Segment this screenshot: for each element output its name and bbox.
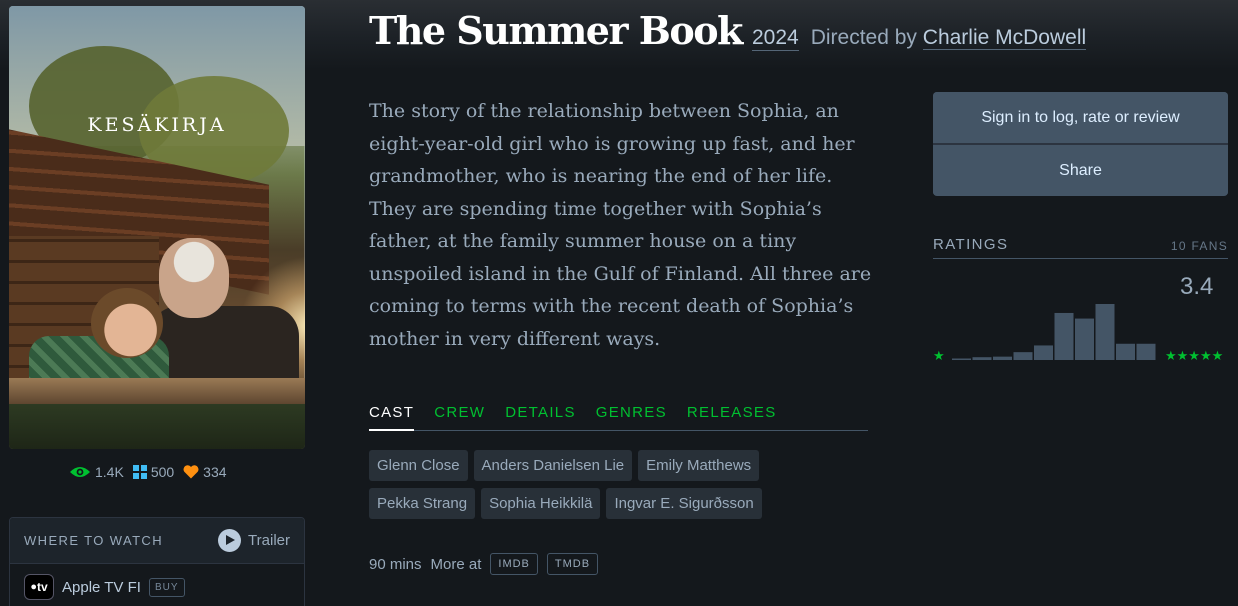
cast-member[interactable]: Sophia Heikkilä	[481, 488, 601, 519]
play-icon	[218, 529, 242, 552]
directed-by-label: Directed by Charlie McDowell	[810, 26, 1087, 51]
tab-releases[interactable]: RELEASES	[687, 404, 777, 430]
likes-stat[interactable]: 334	[183, 464, 227, 480]
more-at-label: More at	[430, 555, 482, 573]
tab-cast[interactable]: CAST	[369, 404, 415, 431]
histogram-bar-7[interactable]	[1075, 318, 1094, 360]
tab-details[interactable]: DETAILS	[505, 404, 576, 430]
film-title: The Summer Book	[369, 8, 743, 53]
likes-count: 334	[203, 464, 227, 480]
film-meta: 2024 Directed by Charlie McDowell	[752, 26, 1087, 51]
directed-by-text: Directed by	[810, 26, 917, 49]
runtime: 90 mins	[369, 555, 422, 573]
buy-badge[interactable]: BUY	[148, 577, 185, 597]
apple-tv-icon: ● tv	[24, 574, 54, 600]
synopsis: The story of the relationship between So…	[369, 100, 872, 350]
lists-stat[interactable]: 500	[132, 464, 175, 480]
tmdb-link[interactable]: TMDB	[546, 553, 599, 575]
poster-child-head	[91, 288, 163, 358]
ratings-section: RATINGS 10 FANS ★ ★★★★★ 3.4	[933, 236, 1228, 364]
cast-member[interactable]: Pekka Strang	[369, 488, 476, 519]
sign-in-button[interactable]: Sign in to log, rate or review	[933, 92, 1228, 143]
poster-fence	[9, 378, 305, 404]
service-name: Apple TV FI	[62, 578, 141, 596]
share-button[interactable]: Share	[933, 143, 1228, 194]
details-tabs: CAST CREW DETAILS GENRES RELEASES	[369, 404, 868, 431]
film-footer: 90 mins More at IMDB TMDB	[369, 553, 599, 575]
action-panel: Sign in to log, rate or review Share	[933, 92, 1228, 196]
imdb-link[interactable]: IMDB	[490, 553, 538, 575]
fans-link[interactable]: 10 FANS	[1171, 239, 1228, 253]
lists-icon	[132, 465, 147, 479]
watched-stat[interactable]: 1.4K	[69, 464, 124, 480]
histogram-bar-6[interactable]	[1054, 312, 1074, 360]
heart-icon	[183, 465, 199, 479]
histogram-bar-2[interactable]	[972, 357, 992, 360]
eye-icon	[70, 467, 90, 477]
ratings-label: RATINGS	[933, 236, 1009, 253]
film-stats: 1.4K 500 334	[69, 464, 227, 480]
ratings-histogram: ★ ★★★★★ 3.4	[933, 259, 1228, 364]
histogram-bar-4[interactable]	[1013, 352, 1033, 360]
average-rating[interactable]: 3.4	[1180, 273, 1213, 301]
tab-crew[interactable]: CREW	[434, 404, 485, 430]
histogram-bar-1[interactable]	[952, 358, 971, 361]
director-link[interactable]: Charlie McDowell	[922, 26, 1087, 50]
trailer-label: Trailer	[248, 532, 290, 549]
histogram-bar-3[interactable]	[993, 356, 1012, 360]
release-year-link[interactable]: 2024	[752, 26, 799, 51]
histogram-bar-8[interactable]	[1095, 304, 1115, 360]
histogram-bar-9[interactable]	[1116, 343, 1135, 360]
poster-title: KESÄKIRJA	[87, 114, 227, 136]
cast-member[interactable]: Ingvar E. Sigurðsson	[606, 488, 762, 519]
poster-grandmother-head	[159, 238, 229, 318]
where-to-watch-header: WHERE TO WATCH Trailer	[10, 518, 304, 564]
max-stars-label: ★★★★★	[1165, 349, 1223, 364]
histogram-bar-10[interactable]	[1136, 343, 1156, 360]
lists-count: 500	[150, 464, 175, 480]
ratings-header: RATINGS 10 FANS	[933, 236, 1228, 259]
tab-genres[interactable]: GENRES	[596, 404, 667, 430]
cast-list: Glenn Close Anders Danielsen Lie Emily M…	[369, 450, 799, 519]
poster-ground	[9, 404, 305, 449]
cast-member[interactable]: Anders Danielsen Lie	[473, 450, 633, 481]
watched-count: 1.4K	[95, 464, 124, 480]
film-poster[interactable]: KESÄKIRJA	[9, 6, 305, 449]
apple-tv-logo-text: tv	[36, 580, 48, 594]
service-row[interactable]: ● tv Apple TV FI BUY	[10, 564, 304, 606]
cast-member[interactable]: Emily Matthews	[638, 450, 760, 481]
histogram-bar-5[interactable]	[1034, 345, 1053, 360]
cast-member[interactable]: Glenn Close	[369, 450, 468, 481]
min-star-label: ★	[933, 349, 945, 364]
trailer-button[interactable]: Trailer	[218, 529, 290, 552]
where-to-watch-panel: WHERE TO WATCH Trailer ● tv Apple TV FI B…	[9, 517, 305, 606]
where-to-watch-label: WHERE TO WATCH	[24, 533, 164, 548]
